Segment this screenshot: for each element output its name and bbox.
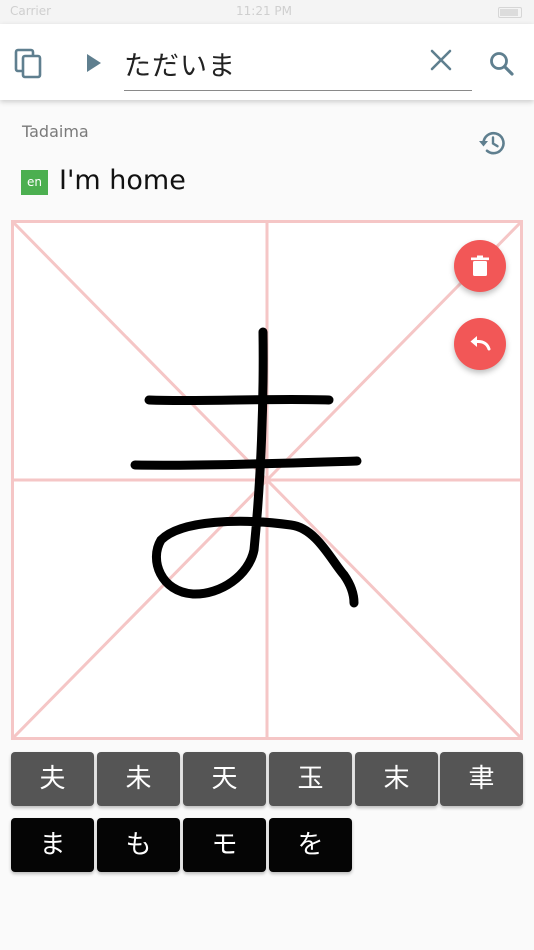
search-input-value: ただいま [124,51,236,82]
candidate-key[interactable]: 玉 [269,752,352,806]
copy-button[interactable] [14,48,44,80]
candidate-key[interactable]: 末 [355,752,438,806]
copy-icon [14,48,42,79]
candidate-key[interactable]: 未 [97,752,180,806]
trash-icon [471,255,489,276]
candidate-key[interactable]: 天 [183,752,266,806]
undo-icon [470,336,491,351]
language-badge: en [21,170,48,195]
history-button[interactable] [476,127,508,159]
play-button[interactable] [82,51,106,75]
candidate-key[interactable]: 夫 [11,752,94,806]
undo-button[interactable] [454,318,506,370]
search-header: ただいま [0,24,534,100]
status-bar: Carrier 11:21 PM [0,0,534,24]
translation-text: I'm home [59,165,186,196]
candidate-key[interactable]: ま [11,818,94,872]
carrier-label: Carrier [10,4,52,18]
app-screen: Carrier 11:21 PM ただいま Tadaima en I'm hom… [0,0,534,950]
search-input[interactable]: ただいま [124,38,472,91]
candidate-key[interactable]: も [97,818,180,872]
clock-label: 11:21 PM [236,4,292,18]
search-button[interactable] [488,50,516,78]
candidate-key[interactable]: 聿 [440,752,523,806]
clear-button[interactable] [428,47,454,73]
play-icon [87,54,101,72]
candidate-key[interactable]: モ [183,818,266,872]
drawing-canvas[interactable] [11,220,523,740]
romaji-label: Tadaima [22,122,89,141]
search-icon [490,52,514,76]
clear-drawing-button[interactable] [454,240,506,292]
battery-icon [498,7,522,18]
close-icon [430,49,452,71]
candidate-key[interactable]: を [269,818,352,872]
handwritten-stroke [130,327,362,608]
history-icon [479,131,505,155]
